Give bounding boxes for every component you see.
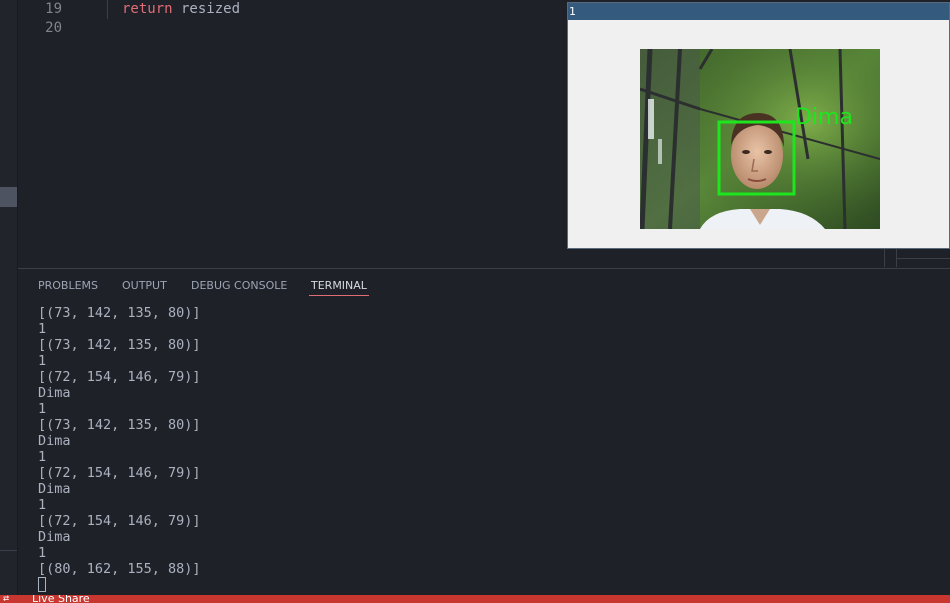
terminal-line: [(73, 142, 135, 80)]: [38, 337, 201, 353]
remote-icon[interactable]: ⇄: [3, 595, 9, 603]
webcam-frame-image: Dima: [640, 49, 880, 229]
identifier: resized: [172, 1, 241, 17]
status-bar: ⇄ Live Share: [0, 595, 950, 603]
terminal-line: Dima: [38, 433, 71, 449]
face-label: Dima: [795, 105, 853, 130]
terminal-line: 1: [38, 545, 47, 561]
terminal-line: 1: [38, 497, 47, 513]
terminal-line: Dima: [38, 529, 71, 545]
terminal-output[interactable]: [(73, 142, 135, 80)] 1 [(73, 142, 135, 80)…: [38, 305, 201, 593]
terminal-line: [(72, 154, 146, 79)]: [38, 369, 201, 385]
code-text: return resized: [122, 0, 240, 19]
activity-bar: [0, 0, 18, 595]
tab-terminal[interactable]: TERMINAL: [311, 279, 367, 292]
tab-output[interactable]: OUTPUT: [122, 279, 167, 292]
terminal-line: 1: [38, 353, 47, 369]
terminal-line: Dima: [38, 481, 71, 497]
editor-scroll-edge: [884, 248, 950, 267]
bottom-panel: PROBLEMS OUTPUT DEBUG CONSOLE TERMINAL […: [18, 268, 950, 596]
window-title[interactable]: 1: [568, 3, 949, 20]
live-share-status[interactable]: Live Share: [32, 595, 90, 603]
terminal-prompt[interactable]: [38, 577, 201, 593]
active-tab-indicator: [309, 295, 369, 296]
indent-guide: [107, 0, 108, 19]
tab-debug-console[interactable]: DEBUG CONSOLE: [191, 279, 287, 292]
terminal-cursor: [38, 577, 46, 592]
tab-problems[interactable]: PROBLEMS: [38, 279, 98, 292]
terminal-line: [(80, 162, 155, 88)]: [38, 561, 201, 577]
activity-bar-active-item[interactable]: [0, 187, 17, 207]
terminal-line: [(73, 142, 135, 80)]: [38, 417, 201, 433]
line-number: 19: [45, 1, 62, 17]
line-number: 20: [45, 20, 62, 36]
terminal-line: 1: [38, 401, 47, 417]
opencv-image-window[interactable]: 1 Dima: [567, 2, 950, 249]
terminal-line: [(73, 142, 135, 80)]: [38, 305, 201, 321]
webcam-frame: Dima: [640, 49, 880, 229]
keyword-return: return: [122, 1, 173, 17]
activity-bar-divider: [0, 550, 17, 551]
terminal-line: 1: [38, 321, 47, 337]
terminal-line: [(72, 154, 146, 79)]: [38, 513, 201, 529]
terminal-line: Dima: [38, 385, 71, 401]
terminal-line: 1: [38, 449, 47, 465]
terminal-line: [(72, 154, 146, 79)]: [38, 465, 201, 481]
